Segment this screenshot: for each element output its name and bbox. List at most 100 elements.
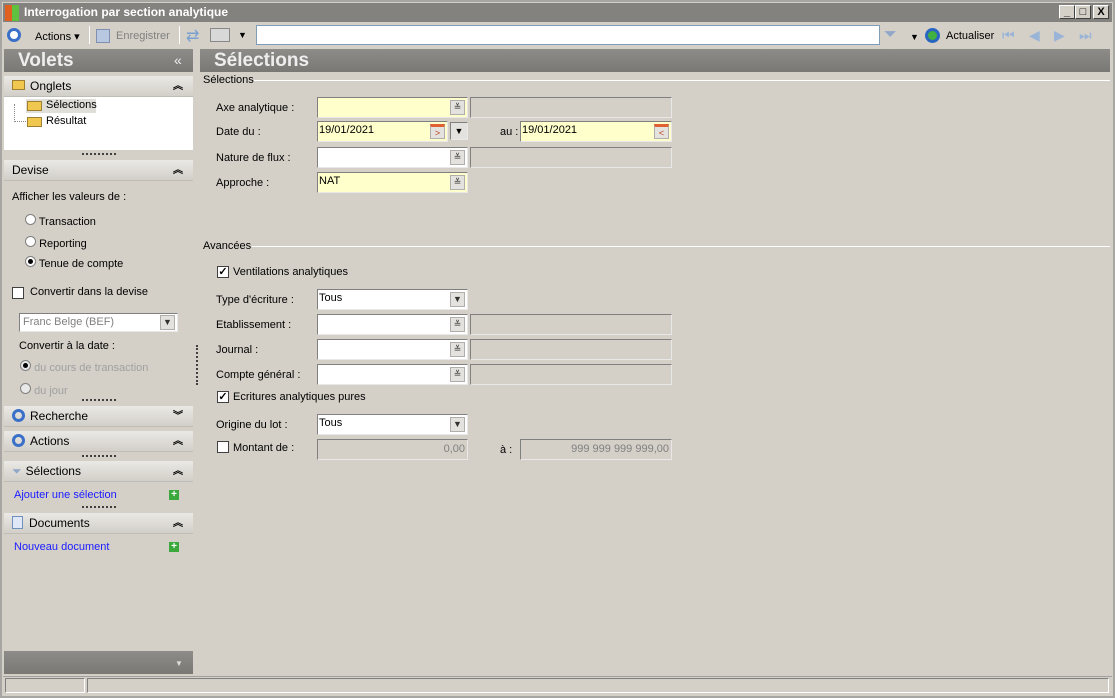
splitter-grip[interactable]: [196, 345, 198, 385]
last-record-icon[interactable]: ⏭: [1079, 27, 1092, 44]
tree-item-resultat[interactable]: Résultat: [46, 115, 86, 127]
actions-menu[interactable]: Actions ▾: [35, 30, 80, 43]
currency-value: Franc Belge (BEF): [23, 316, 115, 328]
minimize-button[interactable]: _: [1059, 5, 1075, 19]
panes-footer: [4, 651, 193, 674]
ecritures-checkbox[interactable]: ✓: [217, 391, 229, 403]
lookup-icon[interactable]: ≚: [450, 317, 465, 332]
collapse-icon[interactable]: ︽: [173, 513, 183, 534]
previous-date-icon[interactable]: <: [654, 124, 669, 139]
app-icon: [5, 5, 19, 21]
lookup-icon[interactable]: ≚: [450, 175, 465, 190]
section-documents[interactable]: Documents ︽: [4, 513, 193, 534]
panes-header: Volets: [4, 49, 193, 72]
montant-label: Montant de :: [233, 442, 295, 454]
save-button[interactable]: Enregistrer: [116, 30, 170, 42]
radio-label: du jour: [34, 385, 68, 397]
maximize-button[interactable]: □: [1075, 5, 1091, 19]
first-record-icon[interactable]: ⏮: [1002, 27, 1015, 44]
resize-grip[interactable]: [82, 153, 116, 155]
refresh-button[interactable]: Actualiser: [946, 30, 994, 42]
collapse-icon[interactable]: ︽: [173, 461, 183, 482]
montant-from-input[interactable]: 0,00: [317, 439, 468, 460]
lookup-icon[interactable]: ≚: [450, 367, 465, 382]
calendar-dropdown-button[interactable]: ▼: [450, 122, 468, 140]
add-icon[interactable]: +: [169, 542, 179, 552]
resize-grip[interactable]: [82, 455, 116, 457]
radio-tenue-de-compte[interactable]: Tenue de compte: [25, 256, 123, 270]
etab-input[interactable]: ≚: [317, 314, 468, 335]
origine-select[interactable]: Tous ▼: [317, 414, 468, 435]
currency-select[interactable]: Franc Belge (BEF) ▼: [19, 313, 178, 332]
next-record-icon[interactable]: ▶: [1054, 27, 1065, 44]
radio-cours-transaction[interactable]: du cours de transaction: [20, 360, 148, 374]
toolbar-separator: [179, 26, 180, 44]
section-title: Devise: [12, 163, 49, 177]
approche-label: Approche :: [216, 177, 270, 189]
radio-du-jour[interactable]: du jour: [20, 383, 68, 397]
date-to-label: au :: [500, 126, 519, 138]
axe-input[interactable]: ≚: [317, 97, 468, 118]
approche-input[interactable]: NAT ≚: [317, 172, 468, 193]
nature-input[interactable]: ≚: [317, 147, 468, 168]
section-selections[interactable]: ⏷ Sélections ︽: [4, 461, 193, 482]
window-title: Interrogation par section analytique: [24, 5, 229, 19]
tree-item-selections[interactable]: Sélections: [46, 99, 97, 111]
montant-checkbox[interactable]: [217, 441, 229, 453]
journal-description: [470, 339, 672, 360]
expand-icon[interactable]: ︾: [173, 406, 183, 427]
print-icon[interactable]: [210, 28, 230, 42]
radio-reporting[interactable]: Reporting: [25, 236, 87, 250]
ventilations-label: Ventilations analytiques: [233, 266, 348, 278]
section-devise[interactable]: Devise ︽: [4, 160, 193, 181]
tree-line: [14, 104, 26, 122]
type-label: Type d'écriture :: [216, 294, 294, 306]
ventilations-checkbox[interactable]: ✓: [217, 266, 229, 278]
collapse-icon[interactable]: ︽: [173, 431, 183, 452]
resize-grip[interactable]: [82, 506, 116, 508]
radio-label: Transaction: [38, 216, 96, 228]
filter-dropdown-icon[interactable]: ▼: [910, 32, 919, 42]
sync-icon[interactable]: ⇄: [186, 26, 199, 46]
new-document-link[interactable]: Nouveau document: [14, 541, 109, 553]
show-values-label: Afficher les valeurs de :: [12, 191, 127, 203]
lookup-icon[interactable]: ≚: [450, 100, 465, 115]
section-onglets[interactable]: Onglets ︽: [4, 76, 193, 97]
add-selection-link[interactable]: Ajouter une sélection: [14, 489, 117, 501]
add-icon[interactable]: +: [169, 490, 179, 500]
folder-icon: [12, 80, 25, 90]
etab-description: [470, 314, 672, 335]
montant-to-input[interactable]: 999 999 999 999,00: [520, 439, 672, 460]
print-dropdown-icon[interactable]: ▼: [238, 30, 247, 40]
type-select[interactable]: Tous ▼: [317, 289, 468, 310]
section-recherche[interactable]: Recherche ︾: [4, 406, 193, 427]
panes-menu-icon[interactable]: ▼: [175, 659, 183, 668]
filter-icon[interactable]: ⏷: [884, 26, 897, 44]
section-actions[interactable]: Actions ︽: [4, 431, 193, 452]
collapse-panes-button[interactable]: «: [174, 52, 182, 68]
folder-icon: [27, 117, 42, 127]
status-panel: [5, 678, 85, 693]
actions-label: Actions: [35, 31, 72, 43]
close-button[interactable]: X: [1093, 5, 1109, 19]
lookup-icon[interactable]: ≚: [450, 342, 465, 357]
journal-input[interactable]: ≚: [317, 339, 468, 360]
date-to-input[interactable]: 19/01/2021 <: [520, 121, 672, 142]
resize-grip[interactable]: [82, 399, 116, 401]
group-divider: [252, 246, 1110, 247]
next-date-icon[interactable]: >: [430, 124, 445, 139]
convert-checkbox[interactable]: [12, 287, 24, 299]
group-selections-label: Sélections: [203, 74, 254, 86]
convert-date-label: Convertir à la date :: [19, 340, 115, 352]
document-icon: [12, 516, 23, 529]
status-panel: [87, 678, 1109, 693]
ecritures-label: Ecritures analytiques pures: [233, 391, 366, 403]
radio-transaction[interactable]: Transaction: [25, 214, 96, 228]
lookup-icon[interactable]: ≚: [450, 150, 465, 165]
date-from-input[interactable]: 19/01/2021 >: [317, 121, 448, 142]
collapse-icon[interactable]: ︽: [173, 76, 183, 97]
previous-record-icon[interactable]: ◀: [1029, 27, 1040, 44]
collapse-icon[interactable]: ︽: [173, 160, 183, 181]
compte-input[interactable]: ≚: [317, 364, 468, 385]
search-input[interactable]: [256, 25, 880, 45]
